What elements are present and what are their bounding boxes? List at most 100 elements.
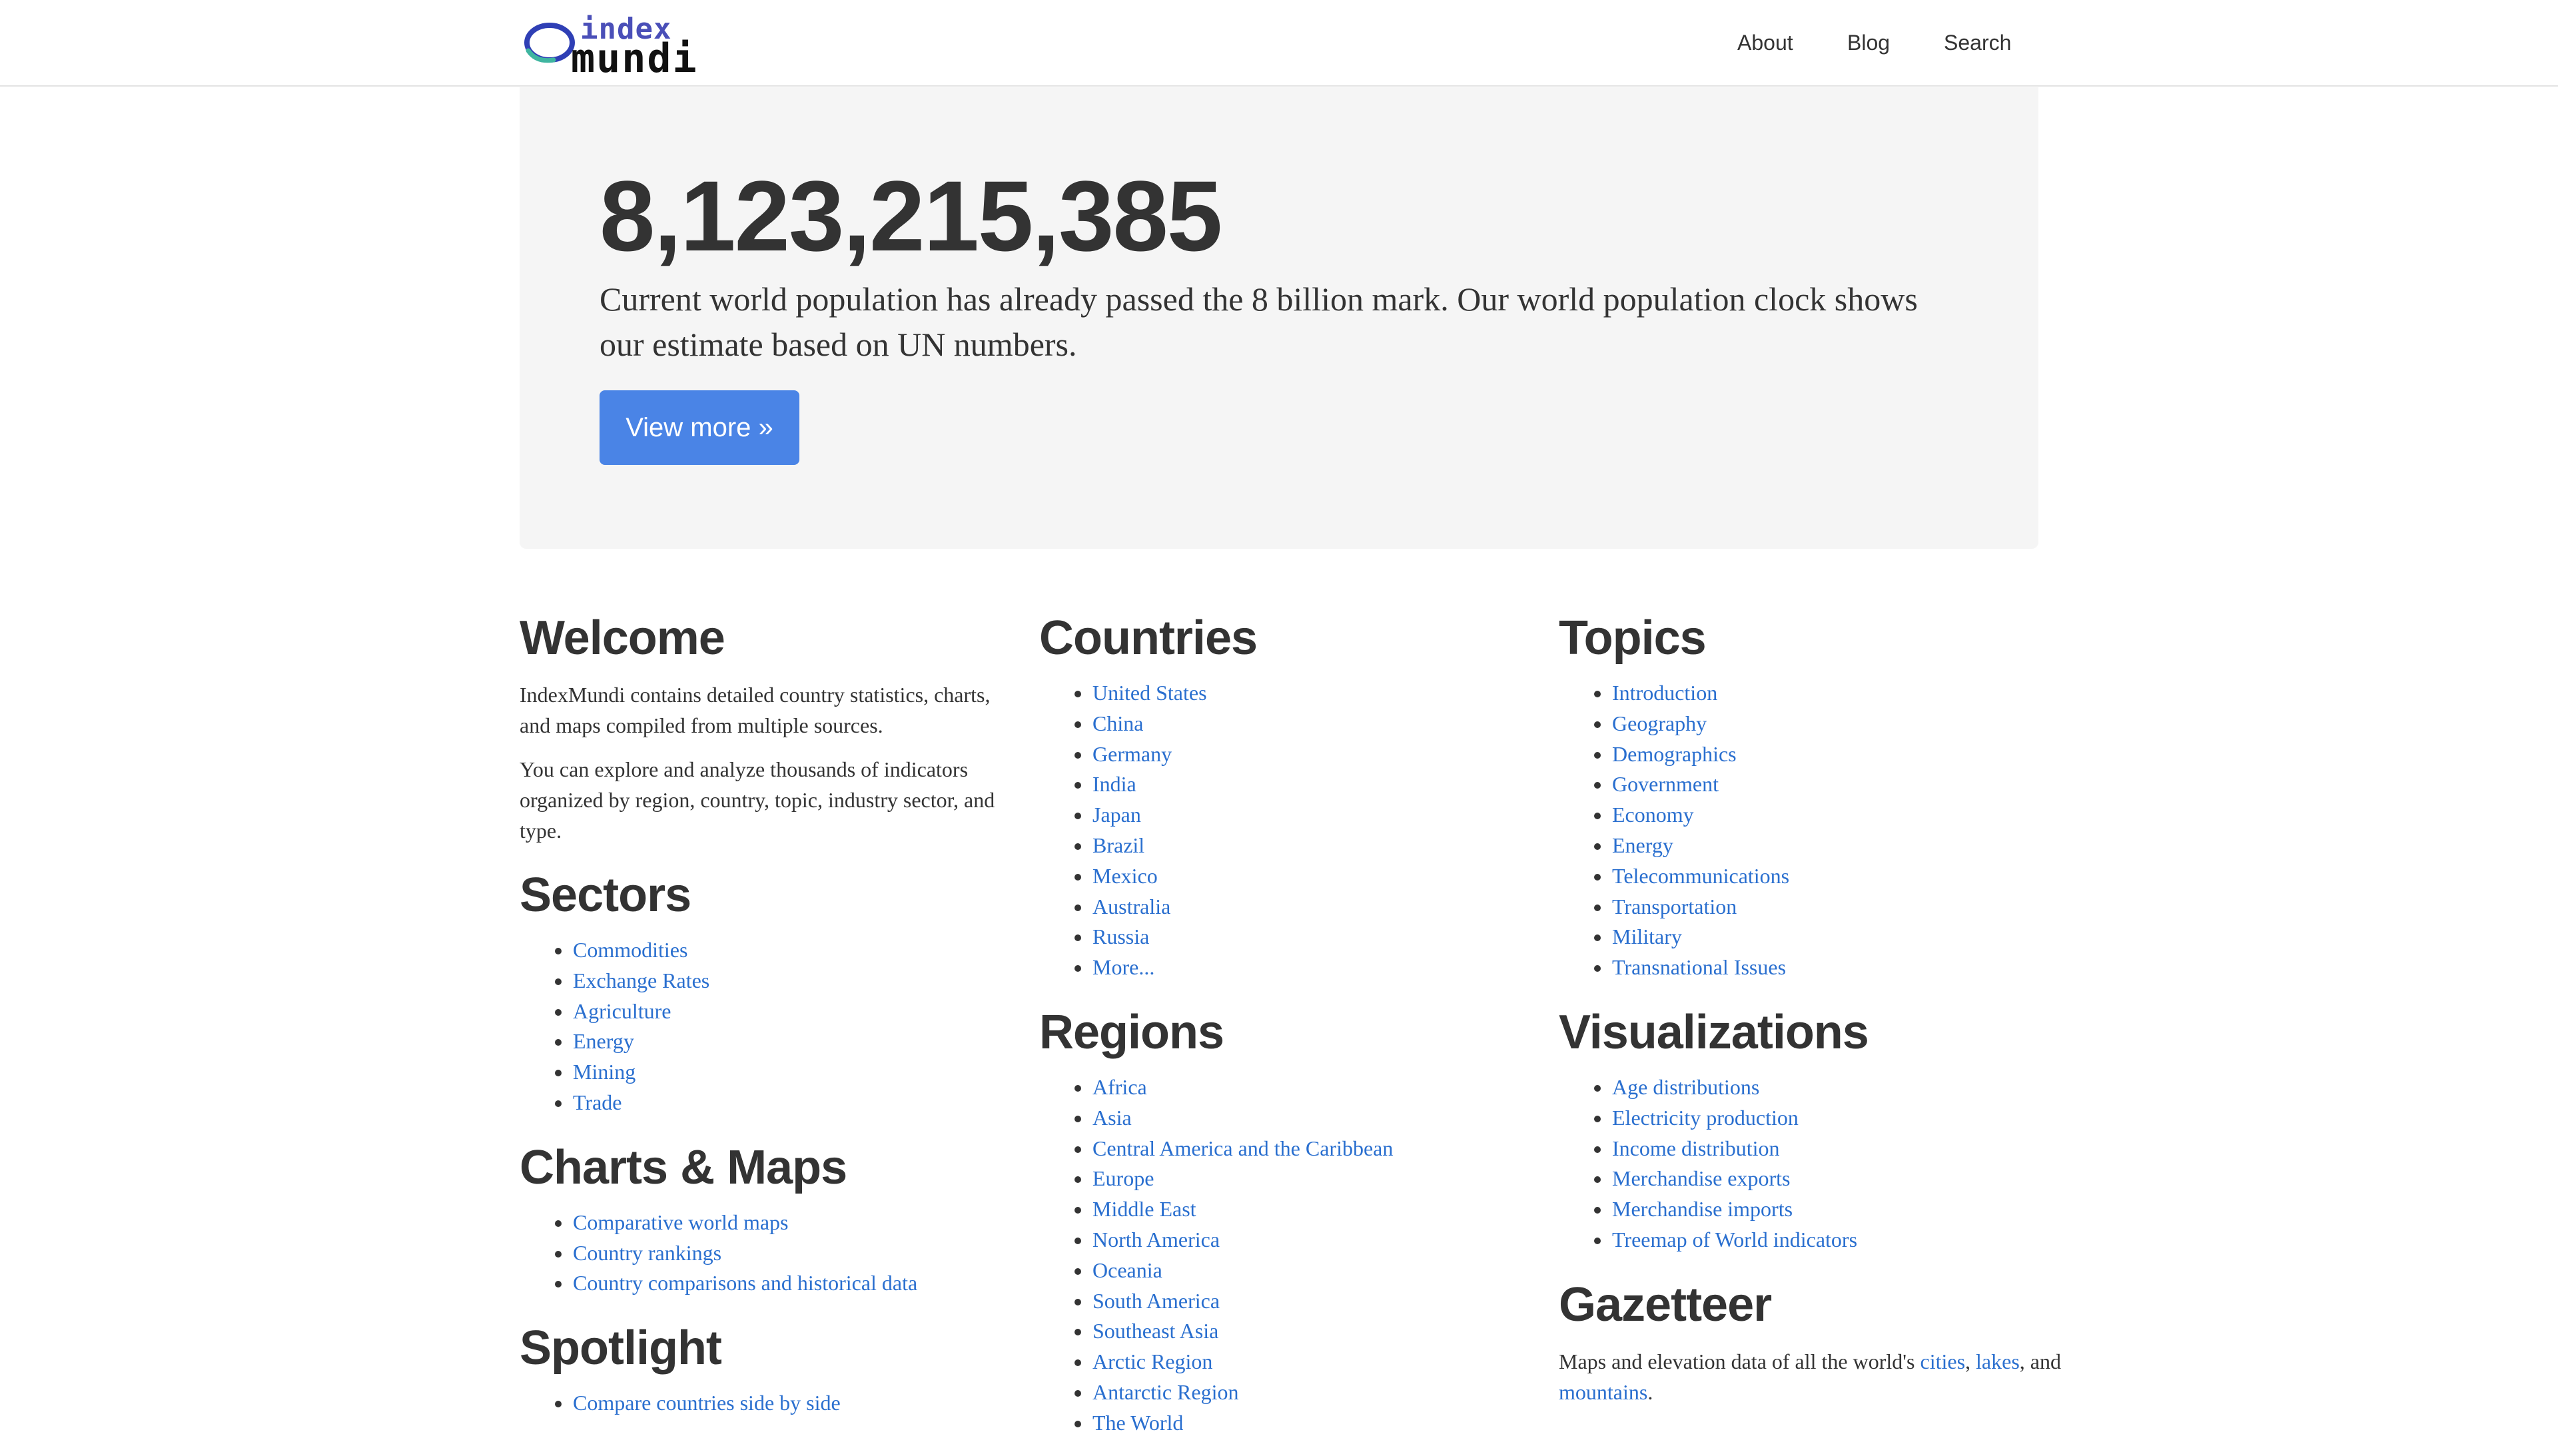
region-link[interactable]: Arctic Region	[1092, 1349, 1212, 1373]
topic-link[interactable]: Demographics	[1612, 742, 1737, 766]
list-item: Commodities	[520, 935, 1026, 966]
topic-link[interactable]: Government	[1612, 772, 1719, 796]
list-item: India	[1039, 769, 1545, 800]
list-item: Introduction	[1559, 678, 2065, 709]
list-item: Middle East	[1039, 1194, 1545, 1225]
list-item: Agriculture	[520, 996, 1026, 1027]
population-hero: 8,123,215,385 Current world population h…	[520, 87, 2038, 549]
gazetteer-mountains-link[interactable]: mountains	[1559, 1380, 1647, 1404]
charts-maps-heading: Charts & Maps	[520, 1140, 847, 1194]
region-link[interactable]: Middle East	[1092, 1197, 1196, 1221]
topic-link[interactable]: Transnational Issues	[1612, 955, 1786, 979]
gazetteer-cities-link[interactable]: cities	[1920, 1349, 1966, 1373]
visualization-link[interactable]: Treemap of World indicators	[1612, 1228, 1857, 1252]
sector-link[interactable]: Commodities	[573, 938, 687, 962]
gazetteer-prefix-text: Maps and elevation data of all the world…	[1559, 1349, 1920, 1373]
topic-link[interactable]: Military	[1612, 924, 1682, 948]
sector-link[interactable]: Agriculture	[573, 999, 671, 1023]
sector-link[interactable]: Energy	[573, 1029, 634, 1053]
gazetteer-section: Gazetteer Maps and elevation data of all…	[1559, 1273, 2065, 1407]
region-link[interactable]: Central America and the Caribbean	[1092, 1136, 1393, 1160]
world-population-counter: 8,123,215,385	[600, 160, 1222, 272]
country-link[interactable]: India	[1092, 772, 1136, 796]
country-link[interactable]: Australia	[1092, 895, 1170, 918]
topic-link[interactable]: Energy	[1612, 833, 1673, 857]
regions-section: Regions Africa Asia Central America and th…	[1039, 1000, 1545, 1439]
list-item: Economy	[1559, 800, 2065, 831]
column-middle: Countries United States China Germany India…	[1039, 606, 1545, 1456]
region-link[interactable]: South America	[1092, 1289, 1220, 1313]
nav-search-link[interactable]: Search	[1944, 28, 2011, 57]
region-link[interactable]: Africa	[1092, 1075, 1147, 1099]
welcome-heading: Welcome	[520, 611, 725, 665]
region-link[interactable]: Oceania	[1092, 1258, 1162, 1282]
country-link[interactable]: Brazil	[1092, 833, 1144, 857]
topic-link[interactable]: Transportation	[1612, 895, 1737, 918]
gazetteer-separator-2: , and	[2019, 1349, 2061, 1373]
country-link[interactable]: China	[1092, 711, 1143, 735]
topics-list: Introduction Geography Demographics Governm…	[1559, 678, 2065, 983]
region-link[interactable]: Southeast Asia	[1092, 1319, 1218, 1343]
spotlight-section: Spotlight Compare countries side by side	[520, 1316, 1026, 1419]
list-item: Germany	[1039, 739, 1545, 770]
gazetteer-lakes-link[interactable]: lakes	[1976, 1349, 2020, 1373]
region-link[interactable]: Antarctic Region	[1092, 1380, 1238, 1404]
visualizations-heading: Visualizations	[1559, 1005, 1869, 1059]
welcome-paragraph-1: IndexMundi contains detailed country sta…	[520, 683, 991, 737]
list-item: Central America and the Caribbean	[1039, 1134, 1545, 1164]
visualization-link[interactable]: Merchandise exports	[1612, 1166, 1790, 1190]
spotlight-link[interactable]: Compare countries side by side	[573, 1391, 841, 1415]
list-item: Income distribution	[1559, 1134, 2065, 1164]
sector-link[interactable]: Mining	[573, 1060, 636, 1084]
list-item: Oceania	[1039, 1256, 1545, 1286]
list-item: Russia	[1039, 922, 1545, 952]
region-link[interactable]: North America	[1092, 1228, 1220, 1252]
sector-link[interactable]: Exchange Rates	[573, 968, 709, 992]
list-item: Europe	[1039, 1164, 1545, 1194]
charts-maps-link[interactable]: Comparative world maps	[573, 1210, 788, 1234]
country-link[interactable]: Mexico	[1092, 864, 1158, 888]
list-item: Treemap of World indicators	[1559, 1225, 2065, 1256]
region-link[interactable]: Asia	[1092, 1106, 1132, 1130]
view-more-button[interactable]: View more »	[600, 390, 799, 465]
country-link[interactable]: Germany	[1092, 742, 1172, 766]
topic-link[interactable]: Telecommunications	[1612, 864, 1789, 888]
topic-link[interactable]: Introduction	[1612, 681, 1717, 705]
nav-blog-link[interactable]: Blog	[1847, 28, 1890, 57]
list-item: Demographics	[1559, 739, 2065, 770]
nav-about-link[interactable]: About	[1737, 28, 1793, 57]
region-link[interactable]: Europe	[1092, 1166, 1154, 1190]
list-item: Merchandise imports	[1559, 1194, 2065, 1225]
sector-link[interactable]: Trade	[573, 1090, 622, 1114]
top-navbar: index mundi About Blog Search	[0, 0, 2558, 87]
spotlight-heading: Spotlight	[520, 1321, 722, 1375]
list-item: Antarctic Region	[1039, 1377, 1545, 1408]
list-item: Africa	[1039, 1072, 1545, 1103]
regions-list: Africa Asia Central America and the Caribb…	[1039, 1072, 1545, 1439]
list-item: Compare countries side by side	[520, 1388, 1026, 1419]
charts-maps-link[interactable]: Country rankings	[573, 1241, 721, 1265]
list-item: Transportation	[1559, 892, 2065, 922]
list-item: Energy	[1559, 831, 2065, 861]
visualization-link[interactable]: Electricity production	[1612, 1106, 1799, 1130]
country-link[interactable]: Japan	[1092, 803, 1141, 827]
charts-maps-link[interactable]: Country comparisons and historical data	[573, 1271, 917, 1295]
list-item: More...	[1039, 952, 1545, 983]
topic-link[interactable]: Geography	[1612, 711, 1707, 735]
visualizations-list: Age distributions Electricity production I…	[1559, 1072, 2065, 1256]
list-item: Energy	[520, 1026, 1026, 1057]
visualization-link[interactable]: Merchandise imports	[1612, 1197, 1793, 1221]
gazetteer-paragraph: Maps and elevation data of all the world…	[1559, 1346, 2065, 1407]
country-link[interactable]: Russia	[1092, 924, 1149, 948]
topic-link[interactable]: Economy	[1612, 803, 1694, 827]
list-item: Comparative world maps	[520, 1208, 1026, 1238]
list-item: Japan	[1039, 800, 1545, 831]
region-link[interactable]: The World	[1092, 1411, 1183, 1435]
gazetteer-separator-1: ,	[1965, 1349, 1971, 1373]
visualization-link[interactable]: Age distributions	[1612, 1075, 1759, 1099]
gazetteer-heading: Gazetteer	[1559, 1277, 1772, 1331]
country-link[interactable]: More...	[1092, 955, 1154, 979]
visualization-link[interactable]: Income distribution	[1612, 1136, 1780, 1160]
list-item: Geography	[1559, 709, 2065, 739]
country-link[interactable]: United States	[1092, 681, 1207, 705]
